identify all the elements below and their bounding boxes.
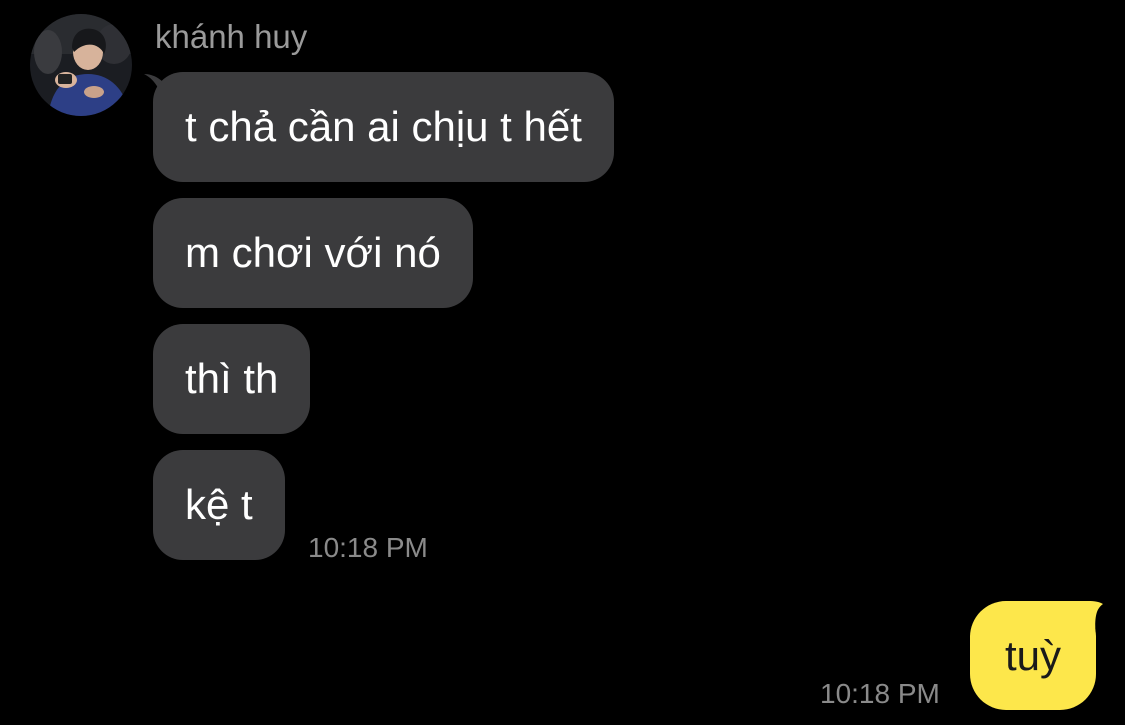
message-text: tuỳ — [1004, 632, 1062, 679]
message-text: thì th — [185, 355, 279, 402]
message-text: t chả cần ai chịu t hết — [185, 103, 582, 150]
avatar[interactable] — [30, 14, 132, 116]
incoming-message-bubble[interactable]: m chơi với nó — [153, 198, 473, 308]
message-text: m chơi với nó — [185, 229, 441, 276]
incoming-message-bubble[interactable]: thì th — [153, 324, 311, 434]
avatar-photo — [30, 14, 132, 116]
outgoing-message-bubble[interactable]: tuỳ — [970, 601, 1096, 710]
message-text: kệ t — [185, 481, 253, 528]
sender-name: khánh huy — [155, 18, 308, 55]
incoming-message-bubble[interactable]: t chả cần ai chịu t hết — [153, 72, 614, 182]
message-timestamp: 10:18 PM — [308, 532, 428, 563]
message-timestamp: 10:18 PM — [820, 678, 940, 709]
incoming-message-bubble[interactable]: kệ t — [153, 450, 285, 560]
